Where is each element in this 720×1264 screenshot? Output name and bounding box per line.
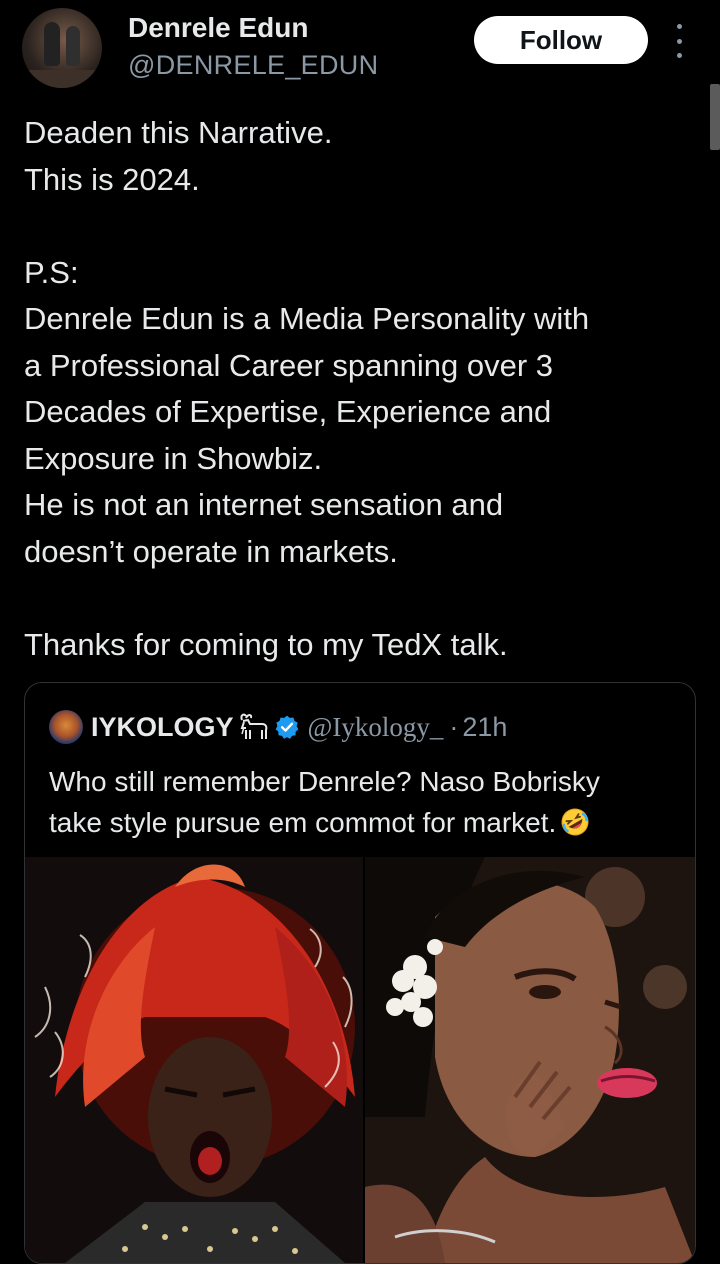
tweet-body: Deaden this Narrative. This is 2024. P.S…: [24, 110, 704, 668]
quoted-tweet-line: Who still remember Denrele? Naso Bobrisk…: [49, 766, 600, 797]
quoted-tweet-body: Who still remember Denrele? Naso Bobrisk…: [49, 761, 679, 843]
quoted-author-handle[interactable]: @Iykology_: [308, 712, 444, 743]
tweet-line: Denrele Edun is a Media Personality with: [24, 301, 590, 336]
author-name[interactable]: Denrele Edun: [128, 12, 308, 44]
quoted-author-name[interactable]: IYKOLOGY: [91, 712, 234, 743]
scrollbar[interactable]: [710, 84, 720, 150]
tweet-line: a Professional Career spanning over 3: [24, 347, 554, 383]
author-avatar[interactable]: [22, 8, 102, 88]
rolling-laughing-emoji-icon: [561, 808, 589, 836]
tweet-line: doesn’t operate in markets.: [24, 533, 398, 569]
photo-pink-lips-flower-headpiece[interactable]: [365, 857, 695, 1263]
tweet-line: P.S:: [24, 254, 79, 290]
quoted-tweet[interactable]: IYKOLOGY @Iykology_ · 21h Who still reme…: [24, 682, 696, 1264]
quoted-author-avatar[interactable]: [49, 710, 83, 744]
follow-button[interactable]: Follow: [474, 16, 648, 64]
tweet-line: Decades of Expertise, Experience and: [24, 394, 552, 429]
photo-red-hair-shouting[interactable]: [25, 857, 363, 1263]
separator-dot: ·: [449, 711, 459, 742]
tweet-line: Deaden this Narrative.: [24, 115, 333, 150]
quoted-tweet-header: IYKOLOGY @Iykology_ · 21h: [49, 709, 507, 745]
goat-icon: [240, 713, 267, 739]
tweet-line: He is not an internet sensation and: [24, 487, 504, 522]
tweet-header: Denrele Edun @DENRELE_EDUN Follow: [0, 0, 720, 100]
quoted-tweet-media[interactable]: [25, 857, 695, 1263]
tweet-line: Thanks for coming to my TedX talk.: [24, 626, 508, 662]
verified-badge-icon: [275, 715, 298, 739]
tweet-line: This is 2024.: [24, 161, 200, 197]
more-options-icon[interactable]: [672, 24, 686, 58]
quoted-tweet-line: take style pursue em commot for market.: [49, 802, 679, 843]
author-handle[interactable]: @DENRELE_EDUN: [128, 50, 378, 81]
quoted-tweet-time[interactable]: 21h: [462, 712, 507, 743]
tweet-line: Exposure in Showbiz.: [24, 440, 323, 476]
